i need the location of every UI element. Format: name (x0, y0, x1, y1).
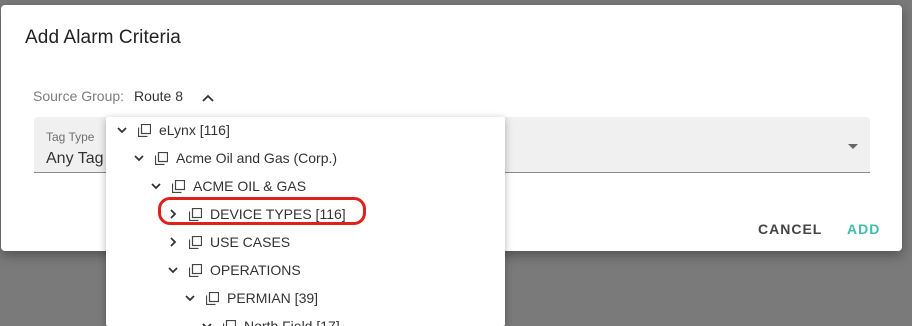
tree-node[interactable]: Acme Oil and Gas (Corp.) (133, 144, 337, 172)
cancel-button[interactable]: CANCEL (758, 221, 822, 237)
chevron-down-icon[interactable] (150, 180, 162, 192)
copy-icon (189, 235, 202, 249)
tree-node[interactable]: PERMIAN [39] (184, 284, 318, 312)
copy-icon (223, 319, 236, 326)
copy-icon (138, 123, 151, 137)
tree-node-label: Acme Oil and Gas (Corp.) (176, 150, 338, 166)
chevron-up-icon[interactable] (201, 91, 215, 105)
tree-node-label: eLynx [116] (159, 122, 230, 138)
source-group-tree: eLynx [116] Acme Oil and Gas (Corp.) ACM… (106, 117, 505, 326)
tree-node[interactable]: eLynx [116] (116, 117, 230, 144)
copy-icon (172, 179, 185, 193)
tree-node[interactable]: OPERATIONS (167, 256, 301, 284)
chevron-down-icon[interactable] (116, 124, 128, 136)
source-group-label: Source Group: (33, 88, 125, 104)
dropdown-arrow-icon[interactable] (848, 144, 858, 149)
chevron-down-icon[interactable] (167, 264, 179, 276)
tree-node-label: USE CASES (210, 234, 291, 250)
tag-type-value: Any Tag (46, 150, 104, 167)
tree-node-label: ACME OIL & GAS (193, 178, 307, 194)
chevron-down-icon[interactable] (184, 292, 196, 304)
copy-icon (189, 263, 202, 277)
add-button[interactable]: ADD (847, 221, 880, 237)
chevron-right-icon[interactable] (167, 236, 179, 248)
tree-node-label: OPERATIONS (210, 262, 301, 278)
copy-icon (206, 291, 219, 305)
copy-icon (189, 207, 202, 221)
tag-type-label: Tag Type (46, 130, 95, 144)
tree-node-label: North Field [17] (244, 318, 340, 326)
tree-node[interactable]: North Field [17] (201, 312, 340, 326)
source-group-row: Source Group: Route 8 (33, 88, 183, 104)
chevron-down-icon[interactable] (201, 320, 213, 326)
tree-node[interactable]: DEVICE TYPES [116] (167, 200, 346, 228)
tree-node-label: PERMIAN [39] (227, 290, 319, 306)
tree-node[interactable]: USE CASES (167, 228, 290, 256)
tree-node[interactable]: ACME OIL & GAS (150, 172, 306, 200)
source-group-value[interactable]: Route 8 (134, 88, 183, 104)
dialog-title: Add Alarm Criteria (25, 27, 181, 48)
tree-node-label: DEVICE TYPES [116] (210, 206, 346, 222)
chevron-down-icon[interactable] (133, 152, 145, 164)
copy-icon (155, 151, 168, 165)
chevron-right-icon[interactable] (167, 208, 179, 220)
